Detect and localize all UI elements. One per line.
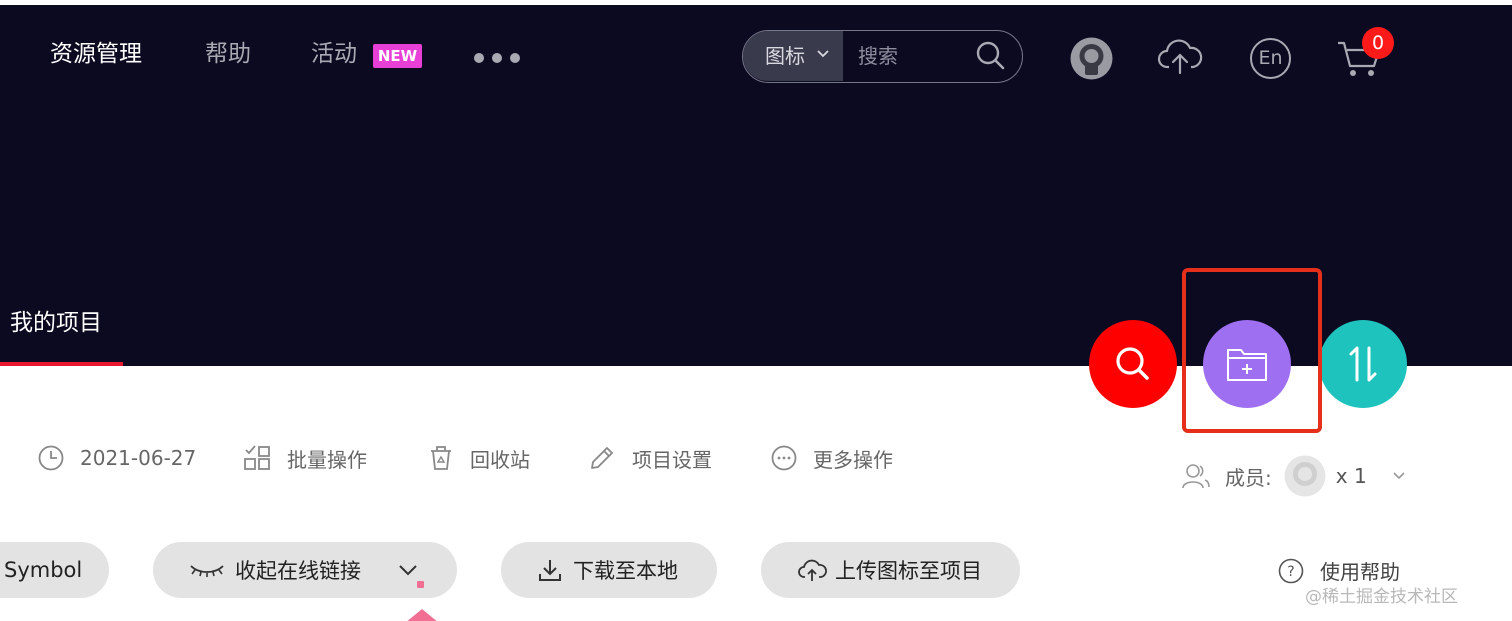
symbol-tab-button[interactable]: Symbol (0, 542, 109, 598)
upload-icons-button[interactable]: 上传图标至项目 (761, 542, 1020, 598)
sort-icon (1349, 346, 1377, 382)
cloud-upload-icon[interactable] (1157, 37, 1203, 75)
search-bar: 图标 (742, 30, 1023, 83)
search-type-label: 图标 (765, 44, 805, 68)
nav-help[interactable]: 帮助 (205, 38, 251, 70)
project-date: 2021-06-27 (38, 441, 196, 475)
recycle-bin-label: 回收站 (470, 447, 530, 472)
download-icon (539, 560, 561, 581)
clock-icon (38, 445, 64, 471)
avatar-icon[interactable] (1070, 37, 1113, 80)
nav-activity[interactable]: 活动 (311, 38, 357, 70)
chevron-down-icon[interactable] (397, 559, 419, 581)
download-local-label: 下载至本地 (573, 559, 678, 583)
language-en-icon[interactable]: En (1250, 38, 1291, 79)
new-badge: NEW (373, 44, 422, 68)
members-icon (1182, 464, 1210, 489)
fab-search-button[interactable] (1089, 320, 1177, 408)
usage-help-label: 使用帮助 (1320, 560, 1400, 584)
collapse-online-link-button[interactable]: 收起在线链接 (153, 542, 457, 598)
language-label: En (1258, 47, 1283, 69)
nav-resource-management[interactable]: 资源管理 (50, 38, 142, 70)
indicator-dot (417, 581, 424, 588)
cart-count-badge: 0 (1362, 27, 1394, 59)
project-settings-label: 项目设置 (632, 447, 712, 472)
highlight-annotation-box (1182, 268, 1322, 433)
pencil-icon (591, 447, 613, 469)
search-icon (1116, 347, 1149, 380)
date-text: 2021-06-27 (80, 446, 197, 470)
upload-icons-label: 上传图标至项目 (835, 559, 982, 583)
usage-help-link[interactable]: ? 使用帮助 (1278, 556, 1400, 585)
more-operations-label: 更多操作 (813, 447, 893, 472)
collapse-online-link-label: 收起在线链接 (235, 559, 361, 583)
project-settings-button[interactable]: 项目设置 (588, 441, 712, 475)
recycle-bin-icon (431, 446, 451, 470)
search-icon[interactable] (975, 40, 1007, 72)
search-type-select[interactable]: 图标 (743, 31, 843, 81)
download-local-button[interactable]: 下载至本地 (501, 542, 717, 598)
member-avatar (1284, 455, 1326, 497)
chevron-down-icon (817, 50, 829, 58)
watermark: @稀土掘金技术社区 (1305, 587, 1458, 607)
members-dropdown[interactable]: 成员: x 1 (1181, 455, 1407, 497)
more-circle-icon (771, 445, 797, 471)
tab-my-projects[interactable]: 我的项目 (10, 307, 102, 339)
cloud-upload-icon (798, 559, 827, 581)
symbol-label: Symbol (4, 558, 83, 582)
tab-active-underline (0, 362, 123, 366)
search-input[interactable] (844, 31, 974, 81)
more-operations-button[interactable]: 更多操作 (771, 441, 893, 475)
question-circle-icon: ? (1278, 558, 1304, 583)
eye-closed-icon (190, 565, 224, 577)
members-label: 成员: (1225, 465, 1272, 490)
svg-text:?: ? (1287, 564, 1294, 580)
dropdown-caret (405, 609, 439, 621)
members-count: x 1 (1335, 464, 1367, 488)
batch-operation-button[interactable]: 批量操作 (243, 441, 367, 475)
batch-grid-icon (244, 445, 270, 470)
batch-operation-label: 批量操作 (287, 447, 367, 472)
fab-sort-button[interactable] (1319, 320, 1407, 408)
chevron-down-icon (1393, 472, 1405, 480)
recycle-bin-button[interactable]: 回收站 (428, 441, 530, 475)
more-dots-icon[interactable] (474, 48, 524, 68)
